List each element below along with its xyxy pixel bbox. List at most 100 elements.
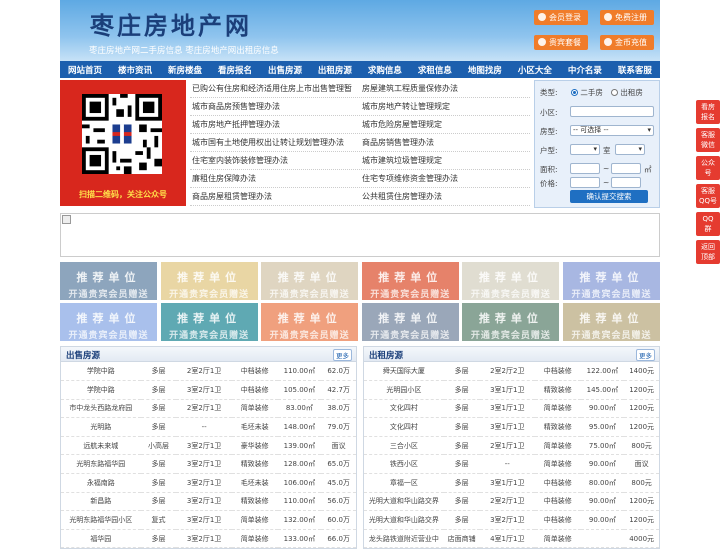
recommended-unit-ad[interactable]: 推荐单位 开通贵宾会员赠送 [160,303,258,341]
recommended-unit-ad[interactable]: 推荐单位 开通贵宾会员赠送 [60,262,157,300]
viewing-signup-side-button[interactable]: 看房 报名 [696,100,720,124]
policy-link[interactable]: 城市国有土地使用权出让转让规划管理办法 [190,134,360,151]
official-account-side-button[interactable]: 公众号 [696,156,720,180]
table-row[interactable]: 龙头路铁道附近营业中 店面商铺 4室1厅1卫 简单装修 4000元 [364,529,659,549]
back-to-top-side-button[interactable]: 返回 顶部 [696,240,720,264]
recommended-unit-ad[interactable]: 推荐单位 开通贵宾会员赠送 [60,303,157,341]
table-row[interactable]: 光明路 多层 -- 毛坯未装 148.00㎡ 79.0万 [61,417,356,437]
table-row[interactable]: 市中龙头西路龙府园 多层 2室2厅1卫 简单装修 83.00㎡ 38.0万 [61,399,356,419]
community-cell[interactable]: 龙头路铁道附近营业中 [364,529,444,549]
site-logo[interactable]: 枣庄房地产网 [90,6,252,41]
table-row[interactable]: 铁西小区 多层 -- 简单装修 90.00㎡ 面议 [364,454,659,475]
house-type-select[interactable]: -- 可选择 -- ▾ [570,125,654,136]
price-min-input[interactable] [570,177,600,188]
recommended-unit-ad[interactable]: 推荐单位 开通贵宾会员赠送 [462,262,560,300]
policy-link[interactable]: 商品房屋租赁管理办法 [190,188,360,205]
register-button[interactable]: 免费注册 [600,10,654,25]
type-radio-rent[interactable]: 出租房 [611,87,643,98]
service-wechat-side-button[interactable]: 客服 微信 [696,128,720,152]
community-cell[interactable]: 文化四村 [364,417,444,437]
hall-select[interactable]: ▾ [615,144,645,155]
table-row[interactable]: 新昌路 多层 3室2厅1卫 精致装修 110.00㎡ 56.0万 [61,492,356,512]
policy-link[interactable]: 城市房地产抵押管理办法 [190,116,360,133]
policy-link[interactable]: 城市商品房预售管理办法 [190,98,360,115]
nav-agents[interactable]: 中介名录 [568,64,602,76]
community-cell[interactable]: 光明东路福华园 [61,454,141,475]
table-row[interactable]: 章福一区 多层 3室1厅1卫 中档装修 80.00㎡ 800元 [364,473,659,493]
table-row[interactable]: 光明大道和华山路交界 多层 3室2厅1卫 中档装修 90.00㎡ 1200元 [364,510,659,530]
price-max-input[interactable] [611,177,641,188]
community-cell[interactable]: 章福一区 [364,473,444,493]
recommended-unit-ad[interactable]: 推荐单位 开通贵宾会员赠送 [361,262,459,300]
recommended-unit-ad[interactable]: 推荐单位 开通贵宾会员赠送 [261,262,359,300]
policy-link[interactable]: 住宅专项维修资金管理办法 [360,170,530,187]
nav-wanted-buy[interactable]: 求购信息 [368,64,402,76]
service-qq-side-button[interactable]: 客服 QQ号 [696,184,720,208]
community-cell[interactable]: 光明大道和华山路交界 [364,492,444,512]
community-cell[interactable]: 铁西小区 [364,454,444,475]
policy-link[interactable]: 城市房地产转让管理规定 [360,98,530,115]
community-input[interactable] [570,106,654,117]
banner-image[interactable] [60,213,660,257]
policy-link[interactable]: 城市建筑垃圾管理规定 [360,152,530,169]
community-cell[interactable]: 文化四村 [364,399,444,419]
recommended-unit-ad[interactable]: 推荐单位 开通贵宾会员赠送 [562,303,660,341]
room-select[interactable]: ▾ [570,144,600,155]
rent-more-button[interactable]: 更多 [636,349,655,361]
community-cell[interactable]: 远航未来城 [61,436,141,456]
qq-group-side-button[interactable]: QQ 群 [696,212,720,236]
community-cell[interactable]: 三合小区 [364,436,444,456]
type-radio-sale[interactable]: 二手房 [571,87,603,98]
community-cell[interactable]: 永福南路 [61,473,141,493]
recommended-unit-ad[interactable]: 推荐单位 开通贵宾会员赠送 [160,262,258,300]
community-cell[interactable]: 新昌路 [61,492,141,512]
nav-new-homes[interactable]: 新房楼盘 [168,64,202,76]
policy-link[interactable]: 廉租住房保障办法 [190,170,360,187]
table-row[interactable]: 文化四村 多层 3室1厅1卫 精致装修 95.00㎡ 1200元 [364,417,659,437]
community-cell[interactable]: 市中龙头西路龙府园 [61,399,141,419]
table-row[interactable]: 光明大道和华山路交界 多层 2室2厅1卫 中档装修 90.00㎡ 1200元 [364,492,659,512]
search-submit-button[interactable]: 确认提交搜索 [570,190,648,203]
area-max-input[interactable] [611,163,641,174]
table-row[interactable]: 光明东路福华园小区 复式 3室2厅1卫 简单装修 132.00㎡ 60.0万 [61,510,356,530]
community-cell[interactable]: 光明东路福华园小区 [61,510,141,530]
table-row[interactable]: 文化四村 多层 3室1厅1卫 简单装修 90.00㎡ 1200元 [364,399,659,419]
table-row[interactable]: 光明东路福华园 多层 3室2厅1卫 精致装修 128.00㎡ 65.0万 [61,454,356,475]
nav-support[interactable]: 联系客服 [618,64,652,76]
login-button[interactable]: 会员登录 [534,10,588,25]
policy-link[interactable]: 商品房销售管理办法 [360,134,530,151]
vip-package-button[interactable]: 贵宾套餐 [534,35,588,50]
area-min-input[interactable] [570,163,600,174]
recharge-button[interactable]: 金币充值 [600,35,654,50]
nav-viewing-signup[interactable]: 看房报名 [218,64,252,76]
table-row[interactable]: 三合小区 多层 2室1厅1卫 简单装修 75.00㎡ 800元 [364,436,659,456]
nav-wanted-rent[interactable]: 求租信息 [418,64,452,76]
community-cell[interactable]: 光明大道和华山路交界 [364,510,444,530]
nav-communities[interactable]: 小区大全 [518,64,552,76]
table-row[interactable]: 学院中路 多层 3室2厅1卫 中档装修 105.00㎡ 42.7万 [61,380,356,400]
recommended-unit-ad[interactable]: 推荐单位 开通贵宾会员赠送 [361,303,459,341]
nav-rent[interactable]: 出租房源 [318,64,352,76]
table-row[interactable]: 学院中路 多层 2室2厅1卫 中档装修 110.00㎡ 62.0万 [61,362,356,382]
recommended-unit-ad[interactable]: 推荐单位 开通贵宾会员赠送 [462,303,560,341]
table-row[interactable]: 远航未来城 小高层 3室2厅1卫 豪华装修 139.00㎡ 面议 [61,436,356,456]
recommended-unit-ad[interactable]: 推荐单位 开通贵宾会员赠送 [562,262,660,300]
community-cell[interactable]: 学院中路 [61,380,141,400]
nav-map[interactable]: 地图找房 [468,64,502,76]
recommended-unit-ad[interactable]: 推荐单位 开通贵宾会员赠送 [261,303,359,341]
table-row[interactable]: 光明园小区 多层 3室1厅1卫 精致装修 145.00㎡ 1200元 [364,380,659,400]
community-cell[interactable]: 舜天国际大厦 [364,362,444,382]
community-cell[interactable]: 光明路 [61,417,141,437]
nav-home[interactable]: 网站首页 [68,64,102,76]
table-row[interactable]: 福华园 多层 3室2厅1卫 简单装修 133.00㎡ 66.0万 [61,529,356,549]
table-row[interactable]: 舜天国际大厦 多层 2室2厅2卫 中档装修 122.00㎡ 1400元 [364,362,659,382]
policy-link[interactable]: 房屋建筑工程质量保修办法 [360,80,530,97]
community-cell[interactable]: 学院中路 [61,362,141,382]
policy-link[interactable]: 住宅室内装饰装修管理办法 [190,152,360,169]
nav-sale[interactable]: 出售房源 [268,64,302,76]
community-cell[interactable]: 光明园小区 [364,380,444,400]
table-row[interactable]: 永福南路 多层 3室2厅1卫 毛坯未装 106.00㎡ 45.0万 [61,473,356,493]
policy-link[interactable]: 城市危险房屋管理规定 [360,116,530,133]
community-cell[interactable]: 福华园 [61,529,141,549]
policy-link[interactable]: 已购公有住房和经济适用住房上市出售管理暂 [190,80,360,97]
